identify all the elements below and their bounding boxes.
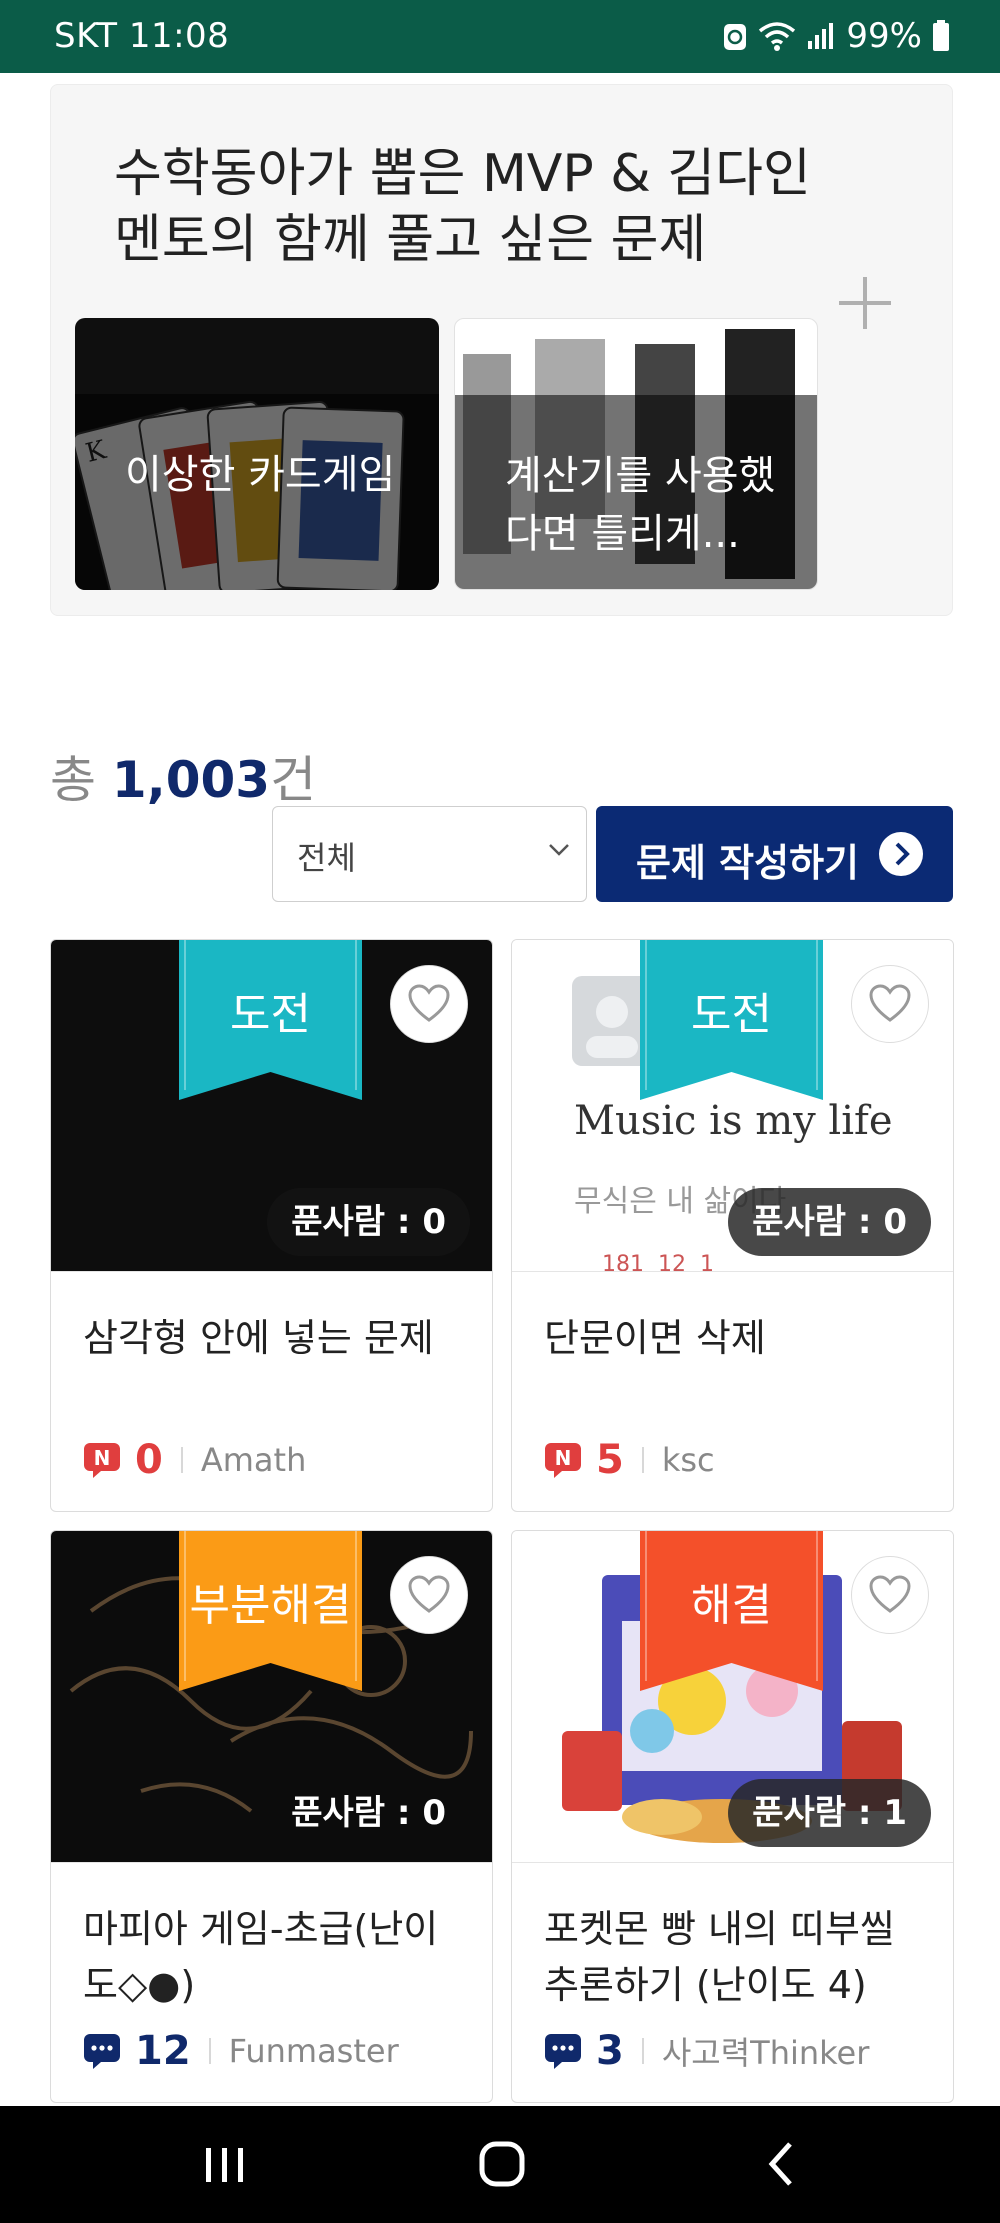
back-button[interactable] [744,2132,824,2196]
svg-text:N: N [555,1446,572,1470]
status-label: 도전 [691,989,772,1040]
featured-section: 수학동아가 뽑은 MVP & 김다인 멘토의 함께 풀고 싶은 문제 K 이상한… [50,84,953,616]
wifi-icon [759,22,796,51]
thumbnail-text: Music is my life [574,1098,893,1144]
status-ribbon: 해결 [640,1531,823,1691]
solvers-badge: 푼사람 : 1 [728,1779,931,1847]
author-name[interactable]: 사고력Thinker [662,2028,870,2074]
problem-title[interactable]: 마피아 게임-초급(난이도◇●) [83,1901,468,2013]
problem-title[interactable]: 포켓몬 빵 내의 띠부씰 추론하기 (난이도 4) [544,1901,929,2013]
arrow-right-icon [879,832,923,876]
comment-icon [84,2034,120,2069]
problem-card[interactable]: 도전 푼사람 : 0 삼각형 안에 넣는 문제 N 0 Amath [50,939,493,1512]
status-label: 도전 [230,989,311,1040]
solvers-badge: 푼사람 : 0 [267,1188,470,1256]
new-comment-icon: N [545,1443,581,1478]
heart-icon[interactable] [851,1556,929,1634]
problem-card[interactable]: 부분해결 푼사람 : 0 마피아 게임-초급(난이도◇●) 12 Funmast… [50,1530,493,2103]
status-ribbon: 도전 [640,940,823,1100]
status-label: 부분해결 [189,1580,352,1631]
comment-icon [545,2034,581,2069]
battery-level: 99% [846,16,922,56]
home-icon [479,2141,525,2187]
status-bar: SKT 11:08 99% [0,0,1000,73]
author-name[interactable]: ksc [662,1441,715,1479]
navigation-bar [0,2106,1000,2223]
solvers-badge: 푼사람 : 0 [291,1793,446,1833]
status-ribbon: 부분해결 [179,1531,362,1691]
featured-title: 수학동아가 뽑은 MVP & 김다인 멘토의 함께 풀고 싶은 문제 [114,144,811,270]
heart-icon[interactable] [390,965,468,1043]
comment-count: 3 [596,2028,624,2074]
problem-card[interactable]: Music is my life 무식은 내 삶이다 181 12 1 도전 푼… [511,939,954,1512]
filter-value: 전체 [297,839,356,877]
featured-card-1[interactable]: K 이상한 카드게임 [75,318,439,590]
heart-icon[interactable] [851,965,929,1043]
featured-card-caption: 계산기를 사용했다면 틀리게... [505,453,776,557]
recent-apps-icon [206,2148,243,2182]
thumbnail-text: 181 12 1 [602,1252,714,1272]
comment-count: 5 [596,1437,624,1483]
battery-icon [933,20,949,51]
heart-icon[interactable] [390,1556,468,1634]
total-count: 총 1,003건 [50,751,317,809]
plus-icon[interactable] [837,275,893,331]
problem-card[interactable]: 해결 푼사람 : 1 포켓몬 빵 내의 띠부씰 추론하기 (난이도 4) 3 사… [511,1530,954,2103]
status-label: 해결 [691,1580,772,1631]
author-name[interactable]: Funmaster [229,2032,399,2070]
problem-title[interactable]: 단문이면 삭제 [544,1310,929,1422]
new-comment-icon: N [84,1443,120,1478]
sync-icon [724,24,747,50]
write-problem-button[interactable]: 문제 작성하기 [596,806,953,902]
filter-select[interactable]: 전체 [272,806,587,902]
signal-icon [808,23,834,49]
home-button[interactable] [462,2132,542,2196]
solvers-badge: 푼사람 : 0 [728,1188,931,1256]
problem-title[interactable]: 삼각형 안에 넣는 문제 [83,1310,468,1422]
featured-card-2[interactable]: 계산기를 사용했다면 틀리게... [454,318,818,590]
status-ribbon: 도전 [179,940,362,1100]
back-icon [768,2142,792,2186]
featured-card-caption: 이상한 카드게임 [125,452,396,498]
svg-text:N: N [94,1446,111,1470]
carrier-time: SKT 11:08 [54,16,230,56]
comment-count: 12 [135,2028,191,2074]
chevron-down-icon [549,844,569,856]
author-name[interactable]: Amath [201,1441,307,1479]
comment-count: 0 [135,1437,163,1483]
recent-apps-button[interactable] [184,2132,264,2196]
